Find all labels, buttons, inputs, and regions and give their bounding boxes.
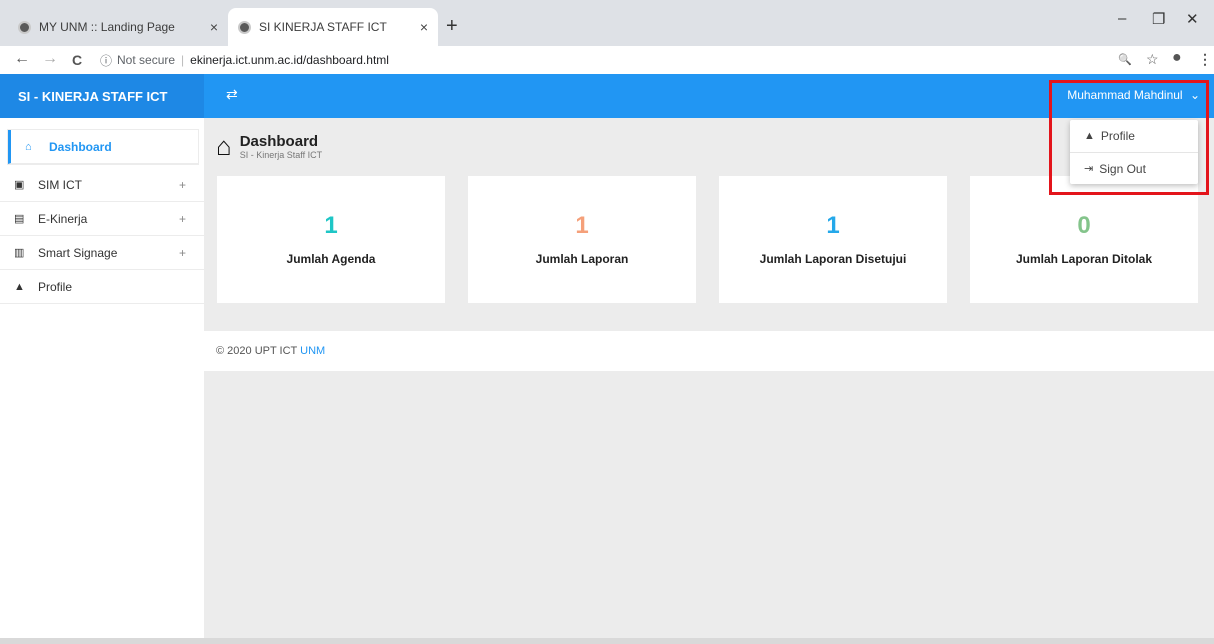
stat-value: 0 <box>1077 212 1091 239</box>
sidebar-item-label: SIM ICT <box>38 177 82 192</box>
tab-close-icon[interactable]: × <box>210 19 218 35</box>
zoom-icon[interactable]: 🔍 <box>1118 53 1132 66</box>
sidebar-toggle-icon[interactable]: ⇄ <box>226 86 238 103</box>
sidebar-item-e-kinerja[interactable]: ▤ E-Kinerja + <box>0 202 204 236</box>
security-status: Not secure <box>117 53 176 67</box>
sidebar-item-label: Profile <box>38 279 73 294</box>
new-tab-button[interactable]: + <box>446 15 458 38</box>
stat-label: Jumlah Laporan <box>535 252 629 266</box>
home-icon: ⌂ <box>216 131 232 161</box>
unm-favicon-icon <box>238 20 251 34</box>
stat-label: Jumlah Laporan Disetujui <box>759 252 907 266</box>
back-icon[interactable]: ← <box>14 50 30 68</box>
info-icon[interactable]: ⓘ <box>100 52 112 69</box>
unm-favicon-icon <box>18 20 31 34</box>
url-separator: | <box>181 53 185 67</box>
reload-icon[interactable]: C <box>72 52 82 68</box>
app-brand[interactable]: SI - KINERJA STAFF ICT <box>0 74 204 118</box>
expand-icon[interactable]: + <box>179 212 186 226</box>
user-dropdown-menu: ▲ Profile ⇥ Sign Out <box>1070 120 1198 184</box>
sidebar-item-label: E-Kinerja <box>38 211 88 226</box>
restore-icon[interactable]: ❐ <box>1152 10 1165 28</box>
browser-tab-kinerja[interactable]: SI KINERJA STAFF ICT × <box>228 8 438 46</box>
user-icon: ▲ <box>14 280 25 293</box>
sidebar-item-smart-signage[interactable]: ▥ Smart Signage + <box>0 236 204 270</box>
user-icon: ▲ <box>1084 130 1095 142</box>
id-card-icon: ▣ <box>14 179 25 191</box>
url-text[interactable]: ekinerja.ict.unm.ac.id/dashboard.html <box>190 53 389 67</box>
tab-title: MY UNM :: Landing Page <box>39 20 175 34</box>
menu-item-profile[interactable]: ▲ Profile <box>1070 120 1198 152</box>
stat-card-agenda: 1 Jumlah Agenda <box>217 176 445 303</box>
stat-card-laporan-ditolak: 0 Jumlah Laporan Ditolak <box>970 176 1198 303</box>
sidebar: ⌂ Dashboard ▣ SIM ICT + ▤ E-Kinerja + ▥ … <box>0 118 204 644</box>
tab-title: SI KINERJA STAFF ICT <box>259 20 387 34</box>
sidebar-item-dashboard[interactable]: ⌂ Dashboard <box>8 130 198 164</box>
stat-label: Jumlah Agenda <box>286 252 376 266</box>
window-close-icon[interactable]: ✕ <box>1186 10 1199 28</box>
page-header: ⌂ Dashboard SI - Kinerja Staff ICT <box>216 131 322 162</box>
stat-value: 1 <box>575 212 589 239</box>
sidebar-item-profile[interactable]: ▲ Profile <box>0 270 204 304</box>
browser-tab-landing[interactable]: MY UNM :: Landing Page × <box>8 8 228 46</box>
stat-value: 1 <box>826 212 840 239</box>
expand-icon[interactable]: + <box>179 178 186 192</box>
chart-icon: ▥ <box>14 247 25 259</box>
sidebar-item-label: Smart Signage <box>38 245 118 260</box>
browser-address-bar: ← → C ⓘ Not secure | ekinerja.ict.unm.ac… <box>0 46 1214 74</box>
bookmark-star-icon[interactable]: ☆ <box>1146 51 1159 68</box>
stat-card-laporan-disetujui: 1 Jumlah Laporan Disetujui <box>719 176 947 303</box>
sidebar-item-sim-ict[interactable]: ▣ SIM ICT + <box>0 168 204 202</box>
menu-item-sign-out[interactable]: ⇥ Sign Out <box>1070 152 1198 184</box>
menu-item-label: Profile <box>1100 129 1135 143</box>
home-icon: ⌂ <box>25 140 32 153</box>
browser-tab-bar: MY UNM :: Landing Page × SI KINERJA STAF… <box>0 0 1214 46</box>
browser-menu-icon[interactable]: ⋮ <box>1198 51 1212 68</box>
menu-item-label: Sign Out <box>1099 161 1146 176</box>
footer-text: © 2020 UPT ICT <box>216 345 301 357</box>
tab-close-icon[interactable]: × <box>420 19 428 35</box>
clipboard-icon: ▤ <box>14 213 25 225</box>
horizontal-scrollbar[interactable] <box>0 638 1214 644</box>
minimize-icon[interactable]: – <box>1118 10 1126 27</box>
chevron-down-icon: ⌄ <box>1189 88 1200 102</box>
stat-label: Jumlah Laporan Ditolak <box>1015 252 1153 266</box>
page-footer: © 2020 UPT ICT UNM <box>204 331 1214 371</box>
app-header: SI - KINERJA STAFF ICT ⇄ Muhammad Mahdin… <box>0 74 1214 118</box>
sign-out-icon: ⇥ <box>1084 163 1094 175</box>
stat-value: 1 <box>324 212 338 239</box>
sidebar-item-label: Dashboard <box>49 139 112 154</box>
page-title: Dashboard <box>239 133 319 150</box>
user-menu-button[interactable]: Muhammad Mahdinul ⌄ <box>1067 88 1200 102</box>
page-subtitle: SI - Kinerja Staff ICT <box>239 150 323 160</box>
forward-icon[interactable]: → <box>42 50 58 68</box>
account-icon[interactable]: ● <box>1172 49 1182 67</box>
footer-link[interactable]: UNM <box>300 345 325 357</box>
user-name: Muhammad Mahdinul <box>1067 88 1183 102</box>
stat-card-laporan: 1 Jumlah Laporan <box>468 176 696 303</box>
url-field[interactable]: ⓘ Not secure | ekinerja.ict.unm.ac.id/da… <box>100 49 389 71</box>
expand-icon[interactable]: + <box>179 246 186 260</box>
